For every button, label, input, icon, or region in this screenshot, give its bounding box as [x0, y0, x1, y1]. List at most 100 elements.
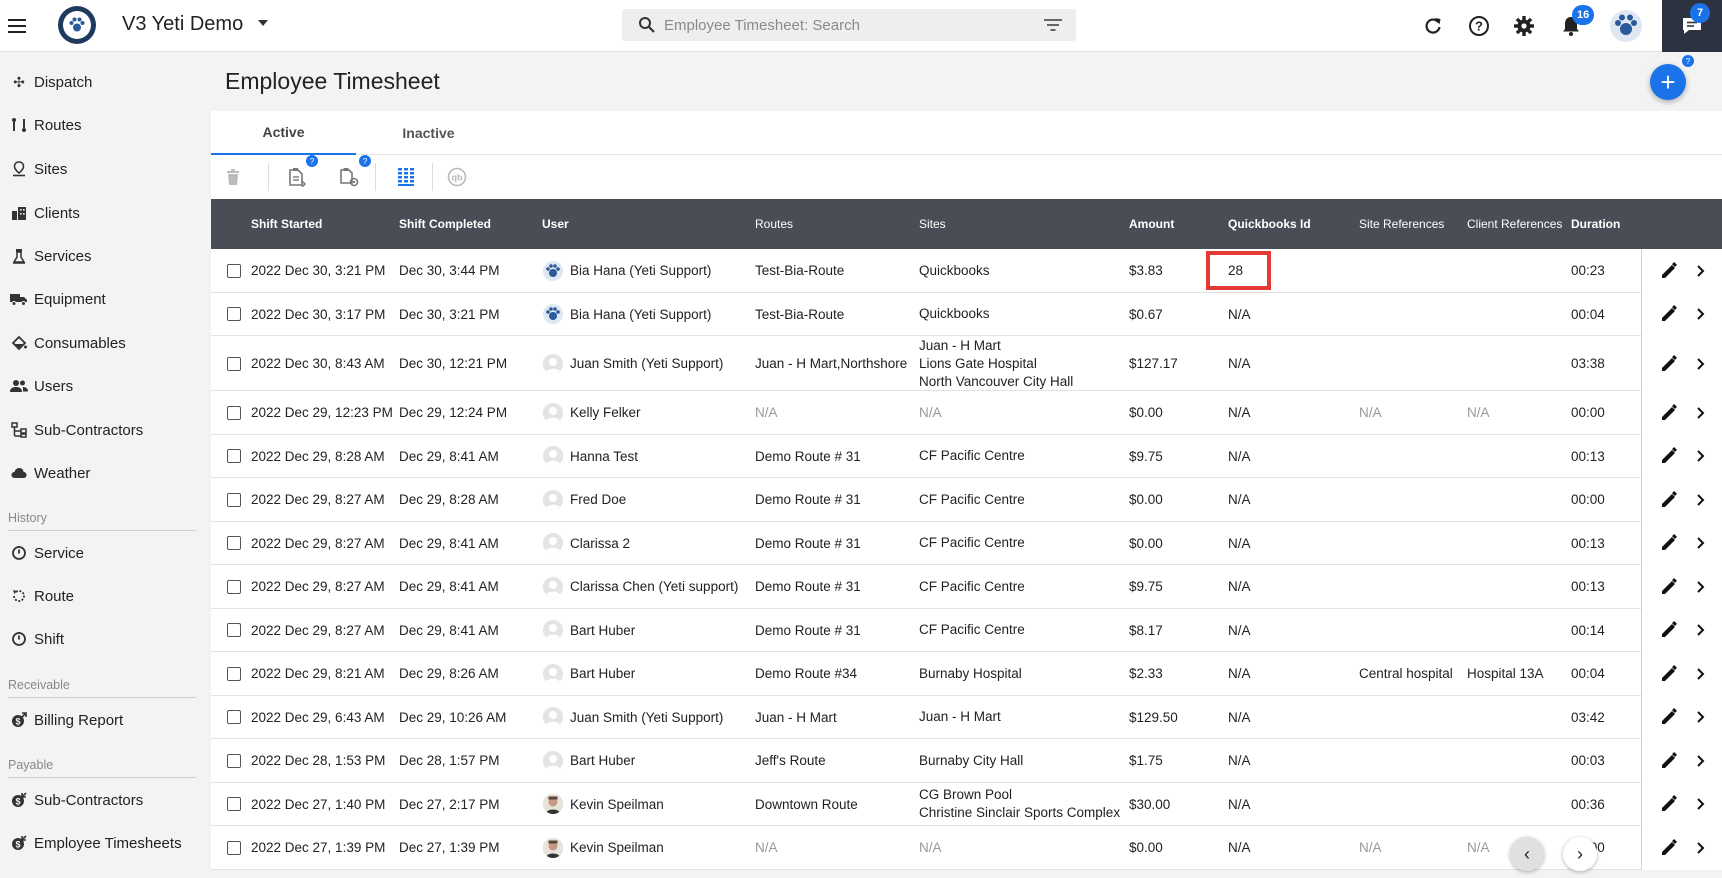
row-checkbox[interactable] [227, 579, 241, 594]
add-button[interactable]: + [1650, 64, 1686, 100]
pencil-icon[interactable] [1660, 621, 1678, 639]
chevron-right-icon[interactable] [1694, 841, 1708, 855]
chevron-right-icon[interactable] [1694, 797, 1708, 811]
gear-icon[interactable] [1511, 13, 1537, 39]
row-checkbox[interactable] [227, 492, 241, 507]
sidebar-item-consumables[interactable]: Consumables [10, 328, 200, 358]
sidebar-item-sub-contractors[interactable]: Sub-Contractors [10, 415, 200, 445]
column-header-user[interactable]: User [542, 199, 569, 249]
column-header-site-references[interactable]: Site References [1359, 199, 1444, 249]
row-checkbox[interactable] [227, 797, 241, 812]
sidebar-item-route-history[interactable]: Route [10, 581, 200, 611]
pencil-icon[interactable] [1660, 403, 1678, 422]
sidebar-item-employee-timesheets[interactable]: $ Employee Timesheets [10, 828, 200, 858]
column-header-shift-started[interactable]: Shift Started [251, 199, 322, 249]
delete-icon[interactable] [221, 165, 245, 189]
row-checkbox[interactable] [227, 536, 241, 551]
next-page-button[interactable]: › [1563, 837, 1597, 871]
column-header-duration[interactable]: Duration [1571, 199, 1620, 249]
chevron-right-icon[interactable] [1694, 406, 1708, 420]
column-header-sites[interactable]: Sites [919, 199, 946, 249]
sidebar-item-clients[interactable]: Clients [10, 198, 200, 228]
pencil-icon[interactable] [1660, 447, 1678, 465]
quickbooks-icon[interactable]: qb [445, 165, 469, 189]
help-badge-icon[interactable]: ? [306, 155, 318, 167]
app-title[interactable]: V3 Yeti Demo [122, 13, 243, 36]
table-row[interactable]: 2022 Dec 29, 8:27 AM Dec 29, 8:41 AM Clari… [211, 521, 1722, 565]
help-badge-icon[interactable]: ? [359, 155, 371, 167]
row-checkbox[interactable] [227, 449, 241, 464]
sidebar-item-shift-history[interactable]: Shift [10, 624, 200, 654]
previous-page-button[interactable]: ‹ [1510, 837, 1544, 871]
sidebar-item-payable-sub-contractors[interactable]: $ Sub-Contractors [10, 785, 200, 815]
chevron-right-icon[interactable] [1694, 580, 1708, 594]
column-header-shift-completed[interactable]: Shift Completed [399, 199, 491, 249]
sidebar-item-billing-report[interactable]: $ Billing Report [10, 705, 200, 735]
column-header-quickbooks-id[interactable]: Quickbooks Id [1228, 199, 1311, 249]
sidebar-item-weather[interactable]: Weather [10, 458, 200, 488]
pencil-icon[interactable] [1660, 838, 1678, 857]
chevron-right-icon[interactable] [1694, 536, 1708, 550]
pencil-icon[interactable] [1660, 490, 1678, 509]
report-settings-icon[interactable] [337, 165, 361, 189]
table-row[interactable]: 2022 Dec 27, 1:40 PM Dec 27, 2:17 PM Kevin… [211, 782, 1722, 826]
filter-icon[interactable] [1044, 18, 1062, 32]
table-row[interactable]: 2022 Dec 29, 8:21 AM Dec 29, 8:26 AM Bart … [211, 652, 1722, 696]
pencil-icon[interactable] [1660, 305, 1678, 323]
chevron-right-icon[interactable] [1694, 449, 1708, 463]
column-header-amount[interactable]: Amount [1129, 199, 1174, 249]
pencil-icon[interactable] [1660, 534, 1678, 552]
chevron-down-icon[interactable] [258, 20, 268, 26]
export-report-icon[interactable] [285, 165, 309, 189]
sidebar-item-equipment[interactable]: Equipment [10, 284, 200, 314]
table-row[interactable]: 2022 Dec 28, 1:53 PM Dec 28, 1:57 PM Bart … [211, 739, 1722, 783]
sidebar-item-service-history[interactable]: Service [10, 538, 200, 568]
tab-inactive[interactable]: Inactive [356, 111, 501, 155]
row-checkbox[interactable] [227, 263, 241, 278]
chevron-right-icon[interactable] [1694, 623, 1708, 637]
row-checkbox[interactable] [227, 307, 241, 322]
sidebar-item-dispatch[interactable]: ✣ Dispatch [10, 67, 200, 97]
chevron-right-icon[interactable] [1694, 754, 1708, 768]
table-row[interactable]: 2022 Dec 29, 6:43 AM Dec 29, 10:26 AM Juan… [211, 695, 1722, 739]
pencil-icon[interactable] [1660, 577, 1678, 596]
table-row[interactable]: 2022 Dec 30, 3:21 PM Dec 30, 3:44 PM Bia H… [211, 249, 1722, 293]
pencil-icon[interactable] [1660, 708, 1678, 726]
help-badge-icon[interactable]: ? [1682, 55, 1694, 67]
menu-icon[interactable] [4, 14, 30, 38]
help-icon[interactable]: ? [1466, 13, 1492, 39]
pencil-icon[interactable] [1660, 261, 1678, 280]
columns-icon[interactable] [394, 165, 418, 189]
table-row[interactable]: 2022 Dec 29, 12:23 PM Dec 29, 12:24 PM Kel… [211, 391, 1722, 435]
pencil-icon[interactable] [1660, 664, 1678, 683]
sidebar-item-sites[interactable]: Sites [10, 154, 200, 184]
tab-active[interactable]: Active [211, 111, 356, 155]
user-avatar[interactable] [1608, 8, 1644, 44]
table-row[interactable]: 2022 Dec 29, 8:27 AM Dec 29, 8:41 AM Clari… [211, 565, 1722, 609]
search-icon[interactable] [638, 16, 656, 34]
search-input[interactable] [664, 15, 1034, 35]
table-row[interactable]: 2022 Dec 29, 8:27 AM Dec 29, 8:41 AM Bart … [211, 608, 1722, 652]
table-row[interactable]: 2022 Dec 27, 1:39 PM Dec 27, 1:39 PM Kevin… [211, 826, 1722, 870]
row-checkbox[interactable] [227, 356, 241, 371]
pencil-icon[interactable] [1660, 795, 1678, 813]
row-checkbox[interactable] [227, 405, 241, 420]
row-checkbox[interactable] [227, 623, 241, 638]
sidebar-item-routes[interactable]: Routes [10, 110, 200, 140]
row-checkbox[interactable] [227, 666, 241, 681]
chevron-right-icon[interactable] [1694, 357, 1708, 371]
row-checkbox[interactable] [227, 840, 241, 855]
refresh-icon[interactable] [1420, 13, 1446, 39]
chevron-right-icon[interactable] [1694, 667, 1708, 681]
column-header-client-references[interactable]: Client References [1467, 199, 1562, 249]
table-row[interactable]: 2022 Dec 30, 3:17 PM Dec 30, 3:21 PM Bia H… [211, 292, 1722, 336]
row-checkbox[interactable] [227, 753, 241, 768]
chevron-right-icon[interactable] [1694, 493, 1708, 507]
pencil-icon[interactable] [1660, 751, 1678, 770]
chevron-right-icon[interactable] [1694, 710, 1708, 724]
sidebar-item-services[interactable]: Services [10, 241, 200, 271]
table-row[interactable]: 2022 Dec 29, 8:27 AM Dec 29, 8:28 AM Fred … [211, 478, 1722, 522]
sidebar-item-users[interactable]: Users [10, 371, 200, 401]
app-logo[interactable] [58, 6, 96, 44]
chevron-right-icon[interactable] [1694, 264, 1708, 278]
